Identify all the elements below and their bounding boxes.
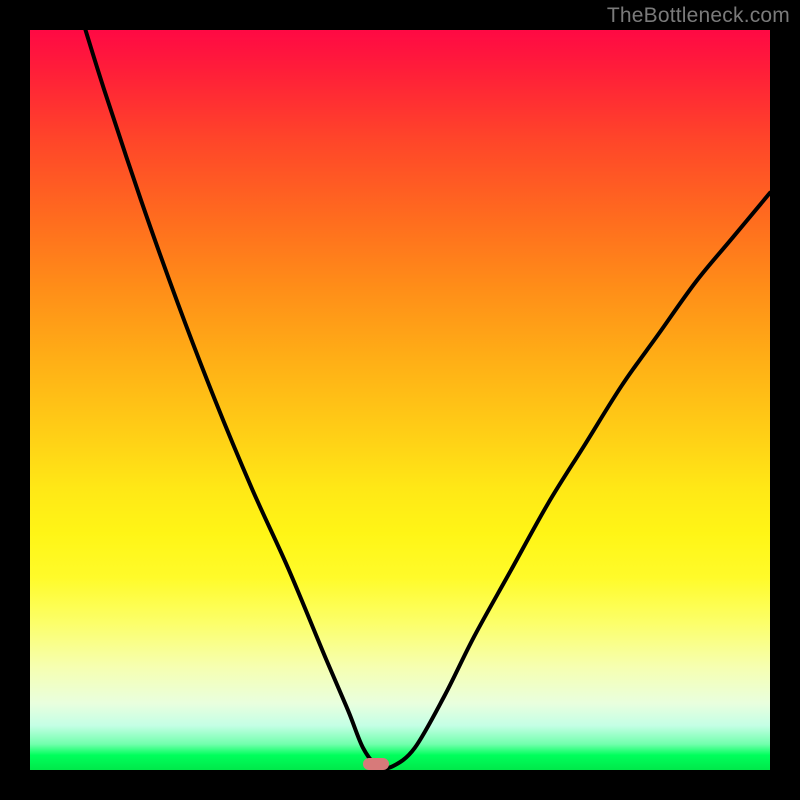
plot-area — [30, 30, 770, 770]
chart-frame: TheBottleneck.com — [0, 0, 800, 800]
curve-layer — [30, 30, 770, 770]
watermark-text: TheBottleneck.com — [607, 4, 790, 28]
optimum-marker — [363, 758, 389, 770]
bottleneck-curve — [86, 30, 771, 769]
